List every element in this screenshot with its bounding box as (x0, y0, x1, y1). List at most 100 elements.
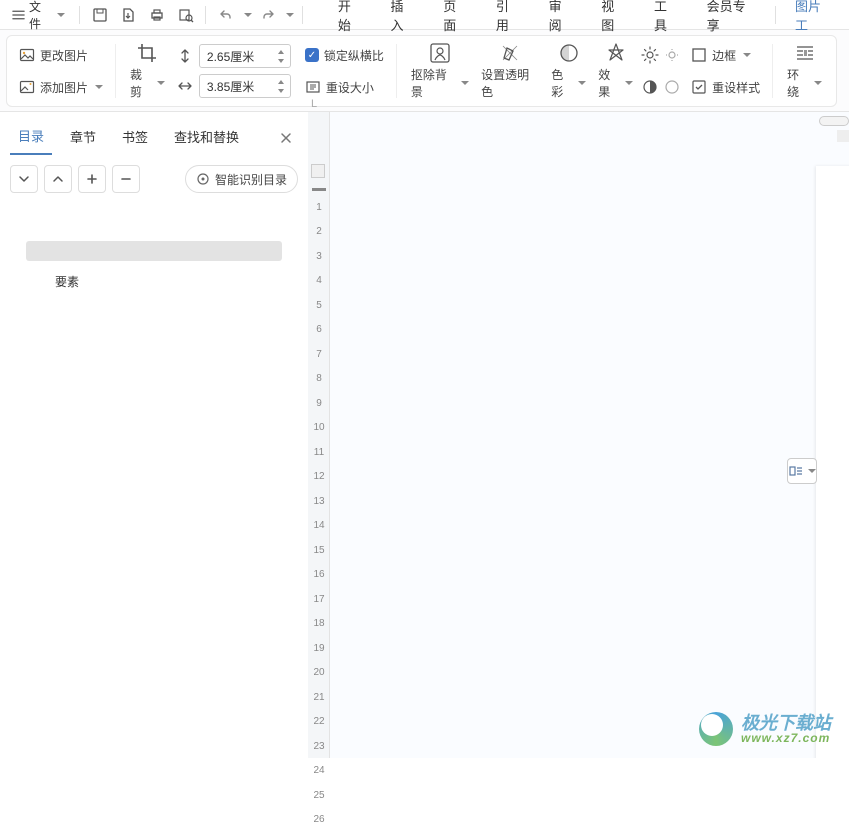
redo-dropdown[interactable] (282, 2, 296, 28)
ruler-tick: 19 (308, 636, 330, 661)
wrap-label: 环绕 (787, 66, 810, 100)
width-value: 3.85厘米 (203, 78, 275, 95)
print-button[interactable] (144, 2, 171, 28)
menu-tabs: 开始 插入 页面 引用 审阅 视图 工具 会员专享 图片工 (325, 0, 845, 40)
tab-start[interactable]: 开始 (325, 0, 376, 40)
wrap-button[interactable]: 环绕 (781, 38, 828, 104)
crop-button[interactable]: 裁剪 (124, 38, 171, 104)
ruler-tick: 4 (308, 269, 330, 294)
menu-left: 文件 (4, 0, 307, 36)
ruler-tick: 10 (308, 416, 330, 441)
transparent-icon (499, 42, 521, 64)
watermark-logo-icon (699, 712, 733, 746)
scroll-indicator[interactable] (819, 116, 849, 126)
separator (205, 6, 206, 24)
width-up[interactable] (275, 77, 287, 86)
sidebar-tab-toc[interactable]: 目录 (10, 120, 52, 155)
ruler-tick: 3 (308, 244, 330, 269)
contrast-down-button[interactable] (661, 74, 683, 100)
brightness-button[interactable] (639, 42, 661, 68)
width-down[interactable] (275, 86, 287, 95)
remove-bg-label: 抠除背景 (411, 66, 457, 100)
toc-item[interactable]: 要素 (0, 273, 298, 290)
brightness-down-button[interactable] (661, 42, 683, 68)
lock-reset-group: ✓ 锁定纵横比 重设大小 (301, 42, 388, 100)
undo-button[interactable] (212, 2, 240, 28)
save-button[interactable] (86, 2, 113, 28)
ruler-tick: 21 (308, 685, 330, 710)
smart-toc-button[interactable]: 智能识别目录 (185, 165, 298, 193)
color-icon (558, 42, 580, 64)
tab-insert[interactable]: 插入 (378, 0, 429, 40)
height-down[interactable] (275, 56, 287, 65)
tab-reference[interactable]: 引用 (483, 0, 534, 40)
caret-down-icon (578, 81, 586, 85)
preview-button[interactable] (172, 2, 199, 28)
sidebar-tab-chapter[interactable]: 章节 (62, 121, 104, 154)
set-transparent-button[interactable]: 设置透明色 (475, 38, 545, 104)
height-spinner[interactable]: 2.65厘米 (199, 44, 291, 68)
separator (775, 6, 776, 24)
tab-picture-tools[interactable]: 图片工 (782, 0, 845, 40)
caret-down-icon (157, 81, 165, 85)
redo-icon (260, 7, 276, 23)
tab-review[interactable]: 审阅 (536, 0, 587, 40)
wrap-icon (794, 42, 816, 64)
reset-size-label: 重设大小 (326, 79, 374, 96)
ruler-start-mark (312, 188, 326, 191)
export-button[interactable] (115, 2, 142, 28)
brightness-low-icon (663, 46, 681, 64)
remove-button[interactable] (112, 165, 140, 193)
sidebar-tab-bookmark[interactable]: 书签 (114, 121, 156, 154)
ruler-tick: 22 (308, 710, 330, 735)
add-image-icon (19, 79, 35, 95)
border-button[interactable]: 边框 (687, 42, 764, 68)
ruler-tick: 13 (308, 489, 330, 514)
effect-icon (605, 42, 627, 64)
ruler-tick: 9 (308, 391, 330, 416)
file-menu[interactable]: 文件 (4, 0, 73, 36)
sidebar-tab-findreplace[interactable]: 查找和替换 (166, 121, 247, 154)
main-area: 目录 章节 书签 查找和替换 智能识别目录 (0, 112, 849, 758)
tab-page[interactable]: 页面 (430, 0, 481, 40)
sidebar-content: 要素 (0, 203, 308, 758)
tab-tools[interactable]: 工具 (641, 0, 692, 40)
collapse-up-button[interactable] (44, 165, 72, 193)
effect-button[interactable]: 效果 (592, 38, 639, 104)
ruler-tick: 6 (308, 318, 330, 343)
tab-member[interactable]: 会员专享 (694, 0, 769, 40)
ruler-tick: 15 (308, 538, 330, 563)
separator (115, 44, 116, 98)
add-image-button[interactable]: 添加图片 (15, 74, 107, 100)
undo-dropdown[interactable] (240, 2, 254, 28)
height-up[interactable] (275, 47, 287, 56)
remove-bg-button[interactable]: 抠除背景 (405, 38, 475, 104)
add-button[interactable] (78, 165, 106, 193)
redo-button[interactable] (254, 2, 282, 28)
adjust-group (639, 42, 661, 100)
reset-style-button[interactable]: 重设样式 (687, 74, 764, 100)
page-canvas[interactable] (816, 166, 849, 758)
lock-ratio-checkbox[interactable]: ✓ 锁定纵横比 (301, 42, 388, 68)
remove-bg-icon (429, 42, 451, 64)
contrast-low-icon (663, 78, 681, 96)
document-area[interactable] (330, 112, 849, 758)
smart-toc-label: 智能识别目录 (215, 171, 287, 188)
layout-options-button[interactable] (787, 458, 817, 484)
preview-icon (178, 7, 194, 23)
height-icon (177, 48, 193, 64)
width-spinner[interactable]: 3.85厘米 (199, 74, 291, 98)
close-icon (280, 132, 292, 144)
set-transparent-label: 设置透明色 (481, 66, 539, 100)
contrast-button[interactable] (639, 74, 661, 100)
collapse-down-button[interactable] (10, 165, 38, 193)
size-group: 2.65厘米 3.85厘米 (177, 44, 291, 98)
color-button[interactable]: 色彩 (545, 38, 592, 104)
undo-icon (218, 7, 234, 23)
tab-view[interactable]: 视图 (588, 0, 639, 40)
reset-size-button[interactable]: 重设大小 (301, 74, 388, 100)
sidebar-close[interactable] (274, 126, 298, 150)
checkbox-checked-icon: ✓ (305, 48, 319, 62)
change-image-button[interactable]: 更改图片 (15, 42, 107, 68)
ruler-origin[interactable] (311, 164, 325, 178)
